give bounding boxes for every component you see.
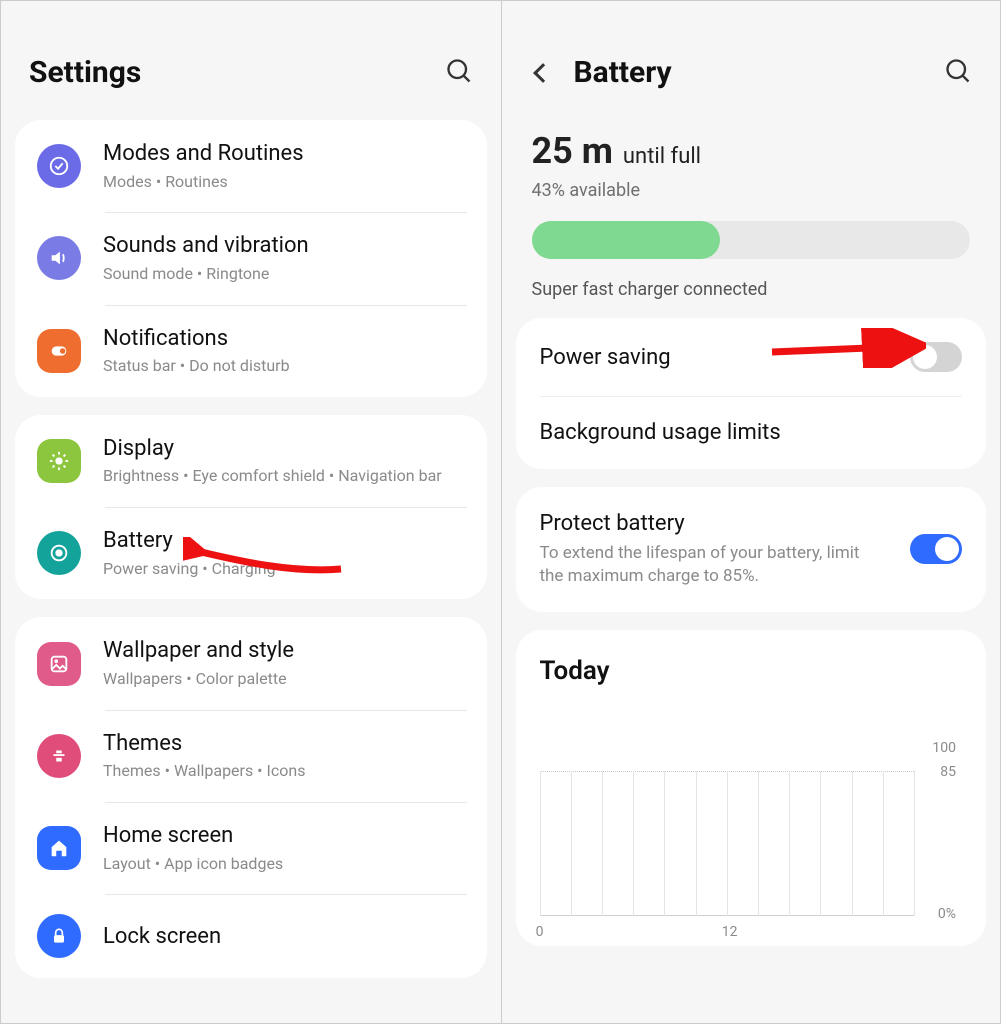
item-sub: Layout • App icon badges xyxy=(103,854,465,875)
battery-options: Power saving Background usage limits xyxy=(516,318,987,469)
battery-summary: 25 m until full 43% available Super fast… xyxy=(502,120,1001,318)
search-icon[interactable] xyxy=(445,57,473,89)
item-title: Wallpaper and style xyxy=(103,637,465,665)
settings-item-battery[interactable]: Battery Power saving • Charging xyxy=(15,507,487,599)
lock-icon xyxy=(37,914,81,958)
back-button[interactable] xyxy=(530,66,550,80)
settings-item-wallpaper[interactable]: Wallpaper and style Wallpapers • Color p… xyxy=(15,617,487,709)
page-title: Battery xyxy=(574,55,672,90)
battery-bar xyxy=(532,221,971,259)
settings-item-themes[interactable]: Themes Themes • Wallpapers • Icons xyxy=(15,710,487,802)
search-icon[interactable] xyxy=(944,57,972,89)
settings-header: Settings xyxy=(1,1,501,120)
themes-icon xyxy=(37,734,81,778)
settings-item-modes-routines[interactable]: Modes and Routines Modes • Routines xyxy=(15,120,487,212)
setting-title: Protect battery xyxy=(540,511,880,536)
item-title: Themes xyxy=(103,730,465,758)
notifications-icon xyxy=(37,329,81,373)
settings-item-notifications[interactable]: Notifications Status bar • Do not distur… xyxy=(15,305,487,397)
settings-item-sounds[interactable]: Sounds and vibration Sound mode • Ringto… xyxy=(15,212,487,304)
setting-protect-battery[interactable]: Protect battery To extend the lifespan o… xyxy=(516,487,987,612)
x-tick-label: 0 xyxy=(536,924,544,940)
battery-bar-fill xyxy=(532,221,721,259)
item-title: Battery xyxy=(103,527,465,555)
charger-status: Super fast charger connected xyxy=(532,279,971,300)
time-until-full: 25 m xyxy=(532,130,613,172)
battery-usage-chart: 100 85 0% 0 12 xyxy=(540,746,963,936)
item-title: Modes and Routines xyxy=(103,140,465,168)
y-tick-label: 100 xyxy=(932,740,956,756)
settings-group: Wallpaper and style Wallpapers • Color p… xyxy=(15,617,487,978)
settings-group: Display Brightness • Eye comfort shield … xyxy=(15,415,487,600)
setting-title: Background usage limits xyxy=(540,420,781,445)
routines-icon xyxy=(37,144,81,188)
percent-available: 43% available xyxy=(532,180,971,201)
page-title: Settings xyxy=(29,55,141,90)
x-tick-label: 12 xyxy=(722,924,738,940)
protect-battery-toggle[interactable] xyxy=(910,534,962,564)
y-tick-label: 85 xyxy=(940,764,956,780)
item-sub: Themes • Wallpapers • Icons xyxy=(103,761,465,782)
item-title: Notifications xyxy=(103,325,465,353)
battery-header: Battery xyxy=(502,1,1001,120)
item-title: Lock screen xyxy=(103,923,465,951)
wallpaper-icon xyxy=(37,642,81,686)
protect-battery-card: Protect battery To extend the lifespan o… xyxy=(516,487,987,612)
settings-item-home-screen[interactable]: Home screen Layout • App icon badges xyxy=(15,802,487,894)
item-sub: Brightness • Eye comfort shield • Naviga… xyxy=(103,466,465,487)
chevron-left-icon xyxy=(533,63,553,83)
battery-icon xyxy=(37,531,81,575)
item-sub: Power saving • Charging xyxy=(103,559,465,580)
item-sub: Wallpapers • Color palette xyxy=(103,669,465,690)
item-sub: Sound mode • Ringtone xyxy=(103,264,465,285)
home-icon xyxy=(37,826,81,870)
settings-group: Modes and Routines Modes • Routines Soun… xyxy=(15,120,487,397)
settings-item-lock-screen[interactable]: Lock screen xyxy=(15,894,487,978)
power-saving-toggle[interactable] xyxy=(910,342,962,372)
battery-screen: Battery 25 m until full 43% available Su… xyxy=(501,1,1001,1023)
time-suffix: until full xyxy=(623,144,701,169)
y-tick-label: 0% xyxy=(938,906,956,922)
settings-item-display[interactable]: Display Brightness • Eye comfort shield … xyxy=(15,415,487,507)
setting-sub: To extend the lifespan of your battery, … xyxy=(540,542,880,588)
today-usage-card[interactable]: Today 100 85 0% 0 xyxy=(516,630,987,946)
item-title: Display xyxy=(103,435,465,463)
display-icon xyxy=(37,439,81,483)
item-title: Home screen xyxy=(103,822,465,850)
sound-icon xyxy=(37,236,81,280)
setting-power-saving[interactable]: Power saving xyxy=(516,318,987,396)
setting-bg-limits[interactable]: Background usage limits xyxy=(516,396,987,469)
today-title: Today xyxy=(540,656,963,686)
item-title: Sounds and vibration xyxy=(103,232,465,260)
item-sub: Modes • Routines xyxy=(103,172,465,193)
item-sub: Status bar • Do not disturb xyxy=(103,356,465,377)
setting-title: Power saving xyxy=(540,345,671,370)
settings-screen: Settings Modes and Routines Modes • Rout… xyxy=(1,1,501,1023)
